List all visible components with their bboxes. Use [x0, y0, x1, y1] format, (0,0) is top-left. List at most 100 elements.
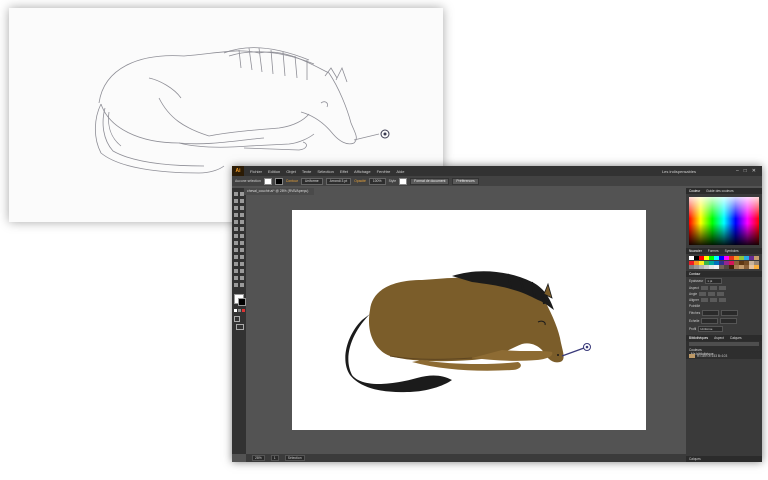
none-mode-icon[interactable] — [242, 309, 245, 312]
draw-mode-icon[interactable] — [234, 316, 240, 322]
shape-builder-tool-icon[interactable] — [234, 248, 238, 252]
swatch[interactable] — [709, 265, 714, 269]
swatch[interactable] — [734, 265, 739, 269]
hand-tool-icon[interactable] — [234, 283, 238, 287]
rotate-tool-icon[interactable] — [234, 234, 238, 238]
swatch[interactable] — [734, 256, 739, 260]
swatch[interactable] — [709, 256, 714, 260]
tab-brushes[interactable]: Formes — [708, 249, 719, 253]
swatch[interactable] — [719, 265, 724, 269]
arrow-scale-start-input[interactable] — [701, 318, 719, 324]
menu-selection[interactable]: Sélection — [317, 169, 333, 174]
stroke-swatch[interactable] — [274, 177, 283, 185]
align-outside-button[interactable] — [718, 298, 726, 302]
document-format-button[interactable]: Format de document — [410, 177, 450, 185]
swatch[interactable] — [744, 260, 749, 265]
library-select[interactable]: Ma bibliothèque — [689, 342, 759, 356]
menu-effet[interactable]: Effet — [340, 169, 348, 174]
tab-color-guide[interactable]: Guide des couleurs — [706, 189, 733, 193]
corner-bevel-button[interactable] — [717, 292, 725, 296]
opacity-input[interactable]: 100% — [368, 177, 386, 185]
graph-tool-icon[interactable] — [240, 269, 244, 273]
lasso-tool-icon[interactable] — [240, 199, 244, 203]
arrow-start-select[interactable] — [702, 310, 720, 316]
swatch[interactable] — [709, 260, 714, 265]
width-tool-icon[interactable] — [234, 241, 238, 245]
artboard-tool-icon[interactable] — [234, 276, 238, 280]
swatch[interactable] — [704, 265, 709, 269]
paintbrush-tool-icon[interactable] — [240, 220, 244, 224]
menu-texte[interactable]: Texte — [302, 169, 312, 174]
swatch[interactable] — [719, 260, 724, 265]
align-center-button[interactable] — [700, 298, 708, 302]
gradient-tool-icon[interactable] — [240, 255, 244, 259]
align-inside-button[interactable] — [709, 298, 717, 302]
status-tool-indicator[interactable]: Sélection — [284, 455, 305, 461]
tab-color[interactable]: Couleur — [689, 189, 700, 193]
zoom-field[interactable]: 28% — [252, 455, 265, 461]
cap-butt-button[interactable] — [700, 286, 708, 290]
swatch[interactable] — [714, 256, 719, 260]
artboard[interactable] — [292, 210, 646, 430]
eyedropper-tool-icon[interactable] — [234, 262, 238, 266]
swatch[interactable] — [689, 265, 694, 269]
mesh-tool-icon[interactable] — [234, 255, 238, 259]
eraser-tool-icon[interactable] — [240, 227, 244, 231]
corner-round-button[interactable] — [708, 292, 716, 296]
swatch[interactable] — [739, 265, 744, 269]
menu-fenetre[interactable]: Fenêtre — [377, 169, 391, 174]
swatch[interactable] — [749, 265, 754, 269]
profile-select[interactable]: Uniforme — [698, 326, 724, 332]
tab-libraries[interactable]: Bibliothèques — [689, 336, 708, 340]
swatch[interactable] — [714, 265, 719, 269]
swatch[interactable] — [754, 265, 759, 269]
swatch[interactable] — [729, 260, 734, 265]
contour-label[interactable]: Contour — [286, 179, 298, 183]
swatch[interactable] — [734, 260, 739, 265]
stroke-weight-input[interactable]: 1 pt — [705, 278, 723, 284]
menu-aide[interactable]: Aide — [396, 169, 404, 174]
swatch[interactable] — [754, 256, 759, 260]
menu-affichage[interactable]: Affichage — [354, 169, 371, 174]
fill-swatch[interactable] — [263, 177, 272, 185]
swatch[interactable] — [699, 260, 704, 265]
preferences-button[interactable]: Préférences — [452, 177, 479, 185]
swatch[interactable] — [689, 260, 694, 265]
stroke-profile-select[interactable]: Arrondi 3 pt — [325, 177, 352, 185]
stroke-color-icon[interactable] — [238, 298, 246, 306]
workspace-switcher[interactable]: Les indispensables — [662, 169, 696, 174]
document-tab[interactable]: cheval_couché.ai* @ 28% (RVB/Aperçu) — [244, 188, 314, 195]
swatch[interactable] — [704, 260, 709, 265]
tab-layers[interactable]: Calques — [730, 336, 742, 340]
gradient-mode-icon[interactable] — [238, 309, 241, 312]
swatch[interactable] — [724, 265, 729, 269]
style-swatch[interactable] — [399, 177, 408, 185]
free-transform-tool-icon[interactable] — [240, 241, 244, 245]
swatch[interactable] — [739, 260, 744, 265]
artboard-navigator[interactable]: 1 — [270, 455, 279, 461]
type-tool-icon[interactable] — [234, 213, 238, 217]
swatch[interactable] — [719, 256, 724, 260]
swatch[interactable] — [694, 256, 699, 260]
curvature-tool-icon[interactable] — [240, 206, 244, 210]
swatch[interactable] — [694, 265, 699, 269]
swatch[interactable] — [724, 256, 729, 260]
swatch[interactable] — [749, 256, 754, 260]
symbol-sprayer-tool-icon[interactable] — [234, 269, 238, 273]
swatch[interactable] — [754, 260, 759, 265]
maximize-icon[interactable]: □ — [744, 168, 747, 174]
screen-mode-icon[interactable] — [236, 324, 244, 330]
library-color-item[interactable]: R=189 G=153 B=103 — [686, 353, 762, 359]
tab-stroke[interactable]: Contour — [689, 272, 700, 276]
color-mode-icon[interactable] — [234, 309, 237, 312]
layers-footer[interactable]: Calques — [686, 456, 762, 462]
swatch[interactable] — [699, 265, 704, 269]
menu-edition[interactable]: Edition — [268, 169, 280, 174]
dash-checkbox-label[interactable]: Pointillé — [689, 304, 700, 308]
blend-tool-icon[interactable] — [240, 262, 244, 266]
tab-symbols[interactable]: Symboles — [725, 249, 739, 253]
swatch[interactable] — [694, 260, 699, 265]
slice-tool-icon[interactable] — [240, 276, 244, 280]
arrow-scale-end-input[interactable] — [720, 318, 738, 324]
rectangle-tool-icon[interactable] — [234, 220, 238, 224]
